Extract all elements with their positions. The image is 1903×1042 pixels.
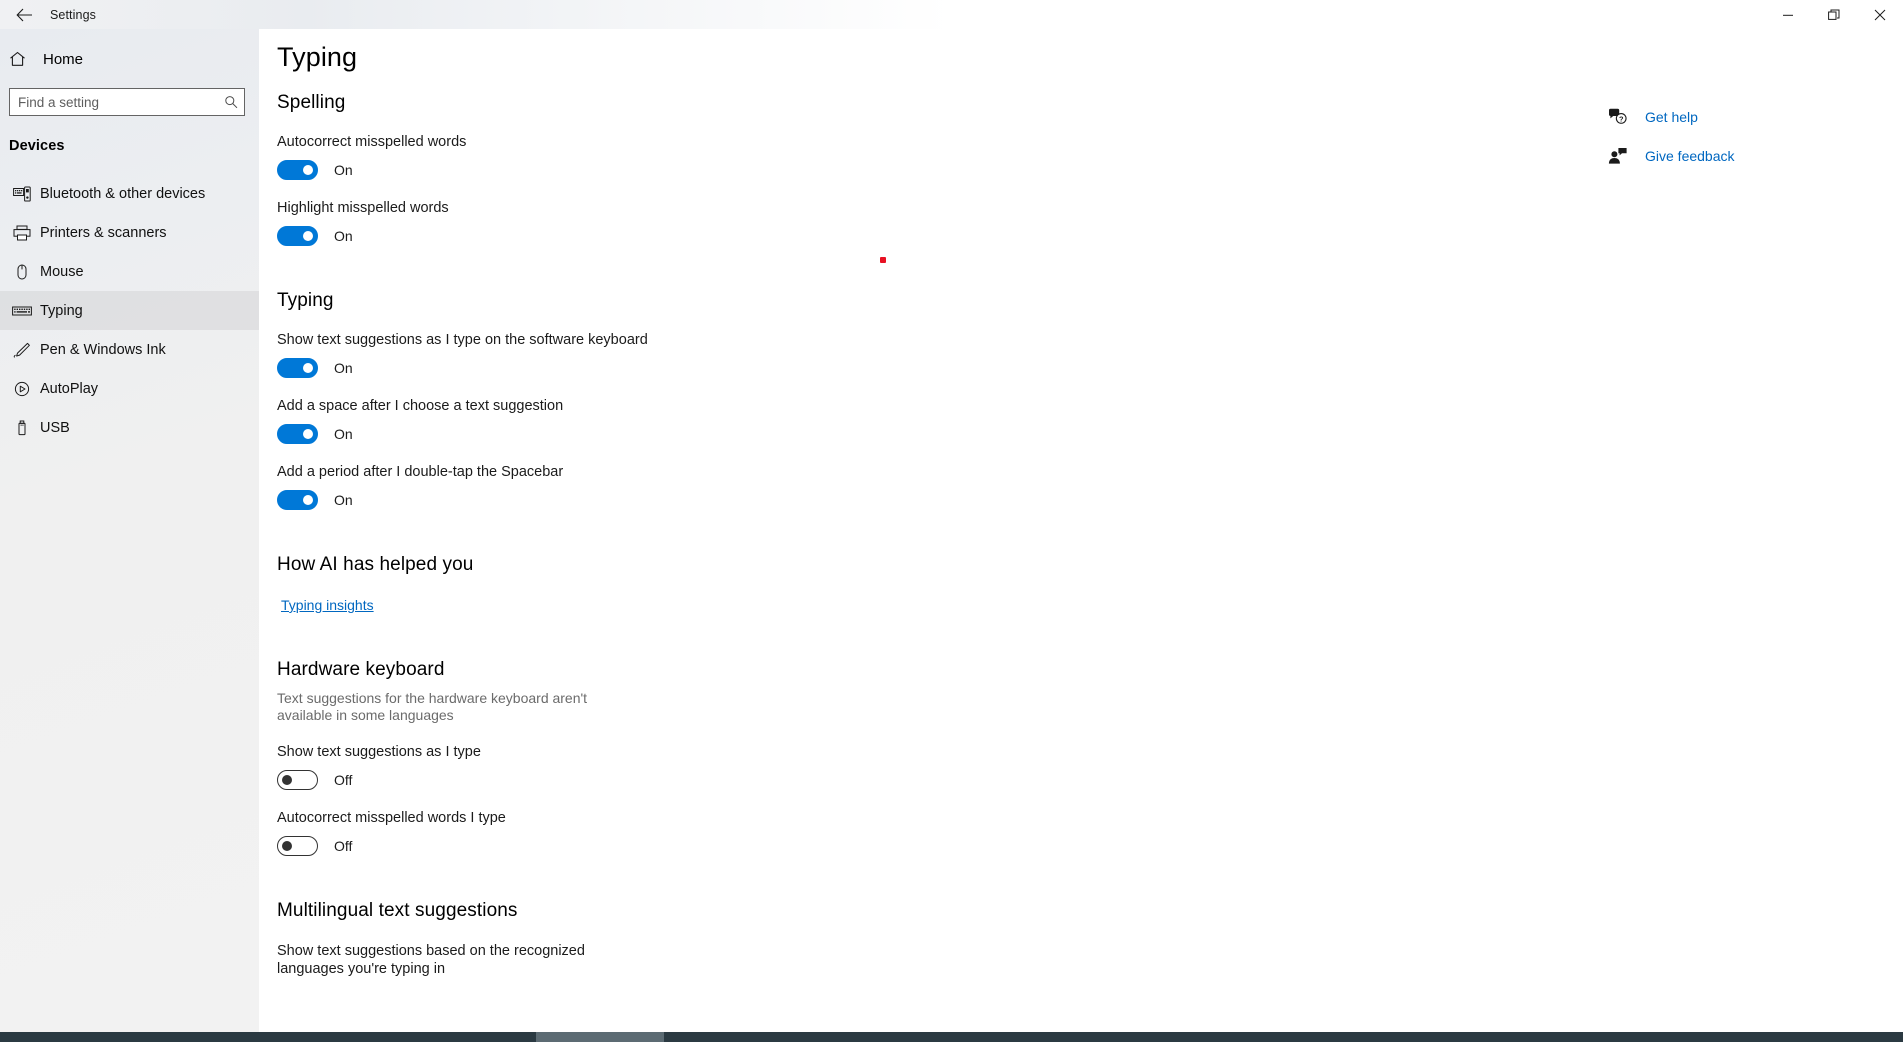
toggle-knob bbox=[303, 495, 313, 505]
sidebar-item-label: AutoPlay bbox=[40, 380, 99, 397]
search-box bbox=[9, 88, 245, 116]
toggle-switch[interactable] bbox=[277, 160, 318, 180]
toggle-switch[interactable] bbox=[277, 770, 318, 791]
close-icon bbox=[1874, 9, 1886, 20]
sidebar-nav-list: Bluetooth & other devices Printers & sca… bbox=[0, 174, 259, 447]
sidebar-item-label: Mouse bbox=[40, 263, 84, 280]
sidebar-item-pen-windows-ink[interactable]: Pen & Windows Ink bbox=[0, 330, 259, 369]
settings-window: Settings Home Find a setting Devices Blu… bbox=[0, 0, 1903, 1042]
toggle-state-label: On bbox=[334, 426, 353, 442]
taskbar[interactable] bbox=[0, 1032, 1903, 1042]
multilingual-description: Show text suggestions based on the recog… bbox=[277, 943, 585, 977]
sidebar-item-home[interactable]: Home bbox=[0, 41, 259, 77]
toggle-knob bbox=[303, 231, 313, 241]
usb-icon bbox=[7, 420, 37, 436]
close-button[interactable] bbox=[1857, 0, 1903, 29]
pen-icon bbox=[7, 342, 37, 358]
settings-list: Spelling Autocorrect misspelled words On… bbox=[277, 92, 917, 979]
setting-highlight-misspelled-words: On bbox=[277, 226, 917, 246]
toggle-state-label: On bbox=[334, 360, 353, 376]
home-icon bbox=[9, 51, 39, 67]
toggle-switch[interactable] bbox=[277, 358, 318, 378]
setting-label: Show text suggestions as I type bbox=[277, 744, 481, 761]
minimize-icon bbox=[1783, 14, 1793, 16]
search-icon[interactable] bbox=[218, 89, 244, 115]
toggle-state-label: On bbox=[334, 162, 353, 178]
help-link-label: Give feedback bbox=[1645, 147, 1735, 164]
window-title: Settings bbox=[50, 7, 96, 22]
keyboard-icon bbox=[7, 303, 37, 319]
mouse-icon bbox=[7, 264, 37, 280]
give-feedback-link[interactable]: Give feedback bbox=[1603, 142, 1903, 169]
svg-text:?: ? bbox=[1619, 114, 1624, 123]
setting-label: Autocorrect misspelled words I type bbox=[277, 810, 506, 827]
setting-label: Autocorrect misspelled words bbox=[277, 134, 467, 150]
help-link-label: Get help bbox=[1645, 108, 1698, 125]
sidebar-item-mouse[interactable]: Mouse bbox=[0, 252, 259, 291]
cursor-marker bbox=[880, 257, 886, 263]
toggle-state-label: On bbox=[334, 228, 353, 244]
sidebar-item-autoplay[interactable]: AutoPlay bbox=[0, 369, 259, 408]
autoplay-icon bbox=[7, 381, 37, 397]
setting-add-period-double-tap-spacebar: On bbox=[277, 490, 917, 510]
minimize-button[interactable] bbox=[1765, 0, 1811, 29]
toggle-switch[interactable] bbox=[277, 424, 318, 444]
hardware-keyboard-description: Text suggestions for the hardware keyboa… bbox=[277, 690, 588, 724]
sidebar-item-label: Printers & scanners bbox=[40, 224, 167, 241]
help-panel: ? Get help Give feedback bbox=[1603, 58, 1903, 181]
section-heading-typing: Typing bbox=[277, 290, 334, 311]
toggle-knob bbox=[303, 429, 313, 439]
sidebar-home-label: Home bbox=[43, 50, 84, 68]
feedback-person-icon bbox=[1603, 147, 1633, 165]
toggle-state-label: Off bbox=[334, 838, 353, 855]
toggle-knob bbox=[303, 363, 313, 373]
search-input[interactable] bbox=[9, 88, 245, 116]
section-heading-multilingual-text-suggestions: Multilingual text suggestions bbox=[277, 900, 518, 922]
setting-autocorrect-misspelled-words: On bbox=[277, 160, 917, 180]
restore-icon bbox=[1828, 9, 1840, 20]
setting-label: Show text suggestions as I type on the s… bbox=[277, 332, 648, 348]
toggle-switch[interactable] bbox=[277, 836, 318, 857]
toggle-knob bbox=[282, 775, 292, 786]
bluetooth-devices-icon bbox=[7, 186, 37, 202]
sidebar-item-usb[interactable]: USB bbox=[0, 408, 259, 447]
sidebar-item-label: Typing bbox=[40, 302, 83, 319]
sidebar: Home Devices bbox=[0, 29, 259, 1032]
question-bubble-icon: ? bbox=[1603, 108, 1633, 126]
back-arrow-icon bbox=[15, 8, 32, 21]
maximize-restore-button[interactable] bbox=[1811, 0, 1857, 29]
setting-add-space-after-suggestion: On bbox=[277, 424, 917, 444]
sidebar-item-label: Pen & Windows Ink bbox=[40, 341, 166, 358]
section-heading-spelling: Spelling bbox=[277, 92, 346, 113]
setting-label: Add a space after I choose a text sugges… bbox=[277, 398, 564, 414]
setting-label: Highlight misspelled words bbox=[277, 200, 449, 216]
sidebar-item-bluetooth-other-devices[interactable]: Bluetooth & other devices bbox=[0, 174, 259, 213]
sidebar-category-title: Devices bbox=[9, 138, 65, 154]
sidebar-item-typing[interactable]: Typing bbox=[0, 291, 259, 330]
taskbar-active-item[interactable] bbox=[536, 1032, 664, 1042]
main-content: Typing Spelling Autocorrect misspelled w… bbox=[259, 29, 1903, 1032]
toggle-switch[interactable] bbox=[277, 226, 318, 246]
toggle-state-label: On bbox=[334, 492, 353, 508]
sidebar-item-label: Bluetooth & other devices bbox=[40, 185, 206, 202]
window-controls bbox=[1765, 0, 1903, 29]
setting-hw-show-text-suggestions: Off bbox=[277, 770, 917, 791]
sidebar-item-label: USB bbox=[40, 419, 70, 436]
typing-insights-link[interactable]: Typing insights bbox=[281, 597, 374, 613]
back-button[interactable] bbox=[0, 0, 48, 29]
title-bar: Settings bbox=[0, 0, 1903, 29]
printer-icon bbox=[7, 225, 37, 241]
get-help-link[interactable]: ? Get help bbox=[1603, 103, 1903, 130]
setting-hw-autocorrect-misspelled-words: Off bbox=[277, 836, 917, 857]
toggle-switch[interactable] bbox=[277, 490, 318, 510]
toggle-knob bbox=[303, 165, 313, 175]
toggle-knob bbox=[282, 841, 292, 852]
sidebar-item-printers-scanners[interactable]: Printers & scanners bbox=[0, 213, 259, 252]
section-heading-hardware-keyboard: Hardware keyboard bbox=[277, 659, 445, 680]
toggle-state-label: Off bbox=[334, 772, 353, 789]
setting-label: Add a period after I double-tap the Spac… bbox=[277, 464, 564, 480]
setting-show-text-suggestions-software-keyboard: On bbox=[277, 358, 917, 378]
section-heading-how-ai-has-helped-you: How AI has helped you bbox=[277, 554, 474, 575]
